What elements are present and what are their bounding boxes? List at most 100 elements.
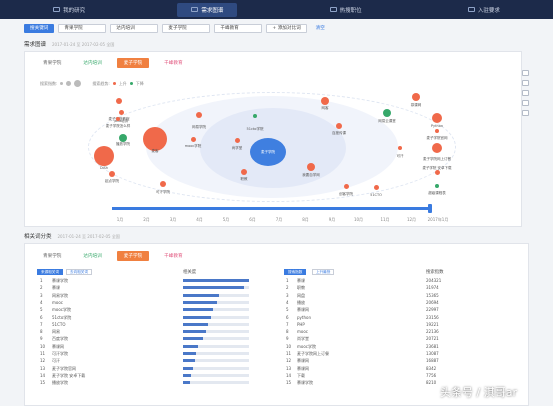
- comment-icon[interactable]: [522, 110, 529, 116]
- bubble-node[interactable]: [307, 163, 315, 171]
- left-row-term[interactable]: 慕课网: [52, 344, 64, 350]
- left-row-term[interactable]: 麦子学院 安卓下载: [52, 373, 85, 379]
- right-row-term[interactable]: python: [297, 315, 311, 320]
- left-row-term[interactable]: 百度学院: [52, 336, 68, 342]
- bubble-label: 麦客: [151, 149, 159, 153]
- clear-link[interactable]: 清空: [311, 24, 330, 33]
- right-row-term[interactable]: 尚学堂: [297, 336, 309, 342]
- star-icon[interactable]: [522, 80, 529, 86]
- right-row-term[interactable]: mooc: [297, 329, 308, 334]
- relevance-bar: [183, 286, 244, 290]
- compare-term-1[interactable]: 青果学院: [58, 23, 107, 33]
- left-row-term[interactable]: mooc学院: [52, 307, 71, 313]
- right-row-index: 7: [286, 321, 289, 327]
- bubble-node[interactable]: [241, 169, 247, 175]
- source-terms-button[interactable]: 来源相关词: [37, 269, 63, 275]
- fastest-rise-button[interactable]: 上升最快: [312, 269, 335, 275]
- bubble-node[interactable]: [336, 123, 342, 129]
- download-icon[interactable]: [522, 100, 529, 106]
- bubble-node[interactable]: [116, 98, 122, 104]
- bubble-node[interactable]: [321, 97, 329, 105]
- left-row-term[interactable]: 慕课学院: [52, 278, 68, 284]
- section-title-graph: 需求图谱 2017-01-24 至 2017-02-05 全国: [24, 42, 115, 48]
- tab-maizi[interactable]: 麦子学院: [116, 58, 150, 68]
- right-row-term[interactable]: 慕课网: [297, 358, 309, 364]
- bubble-node[interactable]: [253, 114, 257, 118]
- nav-hot-jobs[interactable]: 热搜职位: [316, 3, 376, 17]
- bubble-node[interactable]: [435, 184, 439, 188]
- left-row-term[interactable]: 麦子学院官网: [52, 366, 76, 372]
- search-index-button[interactable]: 搜索指数: [284, 269, 307, 275]
- left-row-term[interactable]: 可汗学院: [52, 351, 68, 357]
- left-row-term[interactable]: 播放学院: [52, 380, 68, 386]
- bubble-label: mooc学院: [184, 144, 202, 148]
- tab2-qingguo[interactable]: 青果学院: [36, 251, 68, 261]
- filter-bar: 搜关键词 青果学院 达内培训 麦子学院 千峰教育 + 添加对比词 清空: [24, 22, 534, 34]
- right-row-term[interactable]: 慕课网: [297, 307, 309, 313]
- relevance-bar: [183, 322, 209, 326]
- right-row-term[interactable]: 慕课: [297, 278, 305, 284]
- right-row-term[interactable]: 慕课学院: [297, 380, 313, 386]
- help-icon[interactable]: [522, 90, 529, 96]
- share-icon[interactable]: [522, 70, 529, 76]
- timeline-handle[interactable]: [428, 204, 432, 213]
- left-row-term[interactable]: mooc: [52, 300, 63, 305]
- left-row-term[interactable]: 51cto学院: [52, 315, 71, 321]
- tab2-danei[interactable]: 达内培训: [76, 251, 108, 261]
- add-compare-button[interactable]: + 添加对比词: [266, 23, 307, 33]
- right-row-term[interactable]: 网盘: [297, 293, 305, 299]
- compare-term-2[interactable]: 达内培训: [110, 23, 159, 33]
- relevance-bar: [183, 373, 191, 377]
- keyword-button[interactable]: 搜关键词: [24, 23, 55, 33]
- tab-qianfeng[interactable]: 千峰教育: [157, 58, 189, 68]
- left-row-term[interactable]: 网易: [52, 329, 60, 335]
- right-row-term[interactable]: 播放: [297, 300, 305, 306]
- bubble-node[interactable]: [343, 183, 349, 189]
- right-row-value: 20694: [426, 299, 439, 305]
- bubble-node[interactable]: [432, 143, 442, 153]
- bubble-node[interactable]: [118, 109, 124, 115]
- compare-term-4[interactable]: 千峰教育: [214, 23, 263, 33]
- compare-term-3[interactable]: 麦子学院: [162, 23, 211, 33]
- left-row-term[interactable]: 可汗: [52, 358, 60, 364]
- timeline-tick: 7月: [275, 217, 283, 222]
- bubble-node[interactable]: [435, 129, 439, 133]
- right-row-index: 12: [286, 358, 292, 364]
- right-row-term[interactable]: 职教: [297, 285, 305, 291]
- bubble-node[interactable]: [383, 109, 391, 117]
- bubble-node[interactable]: [119, 134, 127, 142]
- timeline-bar[interactable]: [112, 207, 432, 210]
- bubble-node[interactable]: [94, 146, 114, 166]
- bubble-node[interactable]: [234, 137, 240, 143]
- relevance-header: 相关度: [183, 270, 197, 275]
- bubble-node[interactable]: [432, 113, 442, 123]
- right-row-term[interactable]: mooc学院: [297, 344, 316, 350]
- right-row-term[interactable]: 麦子学院网上订餐: [297, 351, 329, 357]
- bubble-node[interactable]: [143, 127, 167, 151]
- timeline-tick: 5月: [222, 217, 230, 222]
- bubble-node[interactable]: [109, 171, 115, 177]
- bubble-node[interactable]: [196, 112, 202, 118]
- tab2-qianfeng[interactable]: 千峰教育: [157, 251, 189, 261]
- target-terms-button[interactable]: 去向相关词: [66, 269, 92, 275]
- bubble-node[interactable]: [160, 181, 166, 187]
- left-row-term[interactable]: 慕课: [52, 285, 60, 291]
- right-row-term[interactable]: PHP: [297, 322, 305, 327]
- nav-research[interactable]: 我的研究: [39, 3, 99, 17]
- bubble-node[interactable]: [412, 93, 420, 101]
- left-row-term[interactable]: 网易学院: [52, 293, 68, 299]
- tab2-maizi[interactable]: 麦子学院: [116, 251, 150, 261]
- bubble-node[interactable]: [373, 184, 379, 190]
- tab-qingguo[interactable]: 青果学院: [36, 58, 68, 68]
- right-row-term[interactable]: 慕课网: [297, 366, 309, 372]
- bubble-node[interactable]: [190, 136, 196, 142]
- nav-join[interactable]: 入驻要求: [454, 3, 514, 17]
- right-row-term[interactable]: 下载: [297, 373, 305, 379]
- bubble-node[interactable]: [116, 117, 120, 121]
- bubble-node[interactable]: [398, 146, 402, 150]
- right-row-value: 15365: [426, 292, 439, 298]
- tab-danei[interactable]: 达内培训: [76, 58, 108, 68]
- trend-icon: [329, 7, 337, 12]
- nav-demand-graph[interactable]: 需求图谱: [177, 2, 238, 17]
- left-row-term[interactable]: 51CTO: [52, 322, 65, 327]
